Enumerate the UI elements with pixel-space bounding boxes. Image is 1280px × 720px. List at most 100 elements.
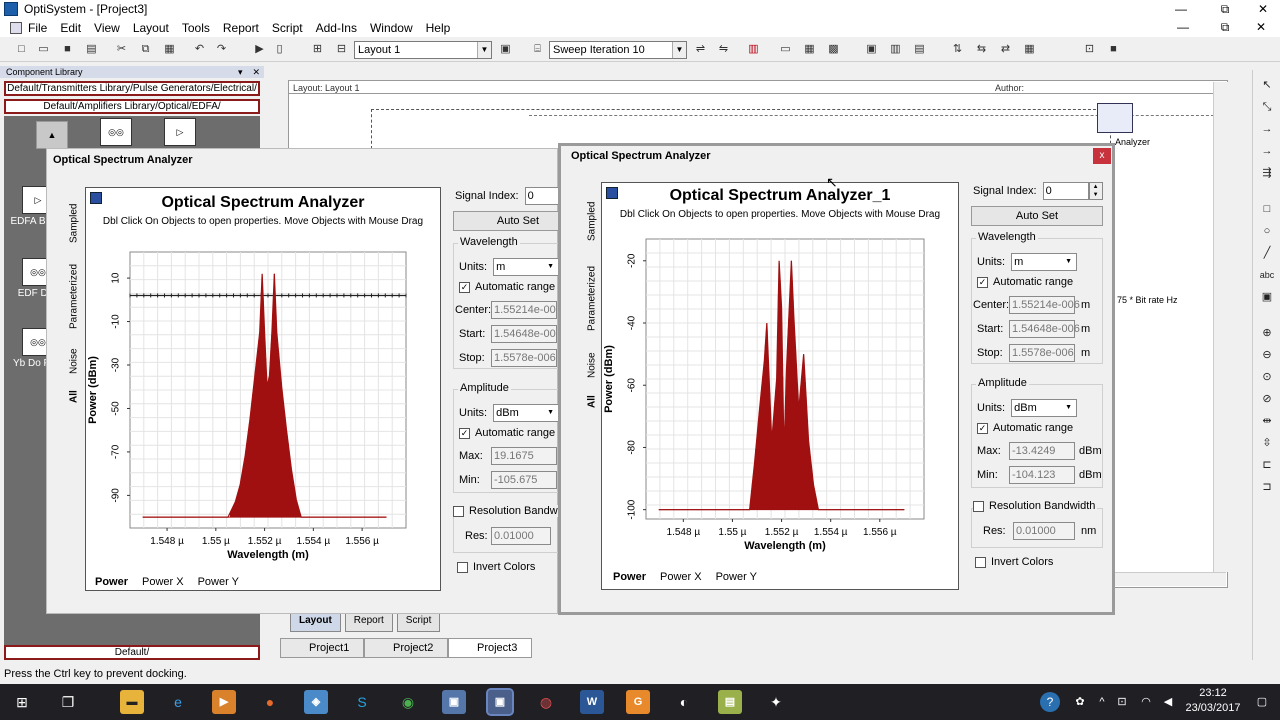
analyzer-2-close-button[interactable]: x bbox=[1093, 148, 1111, 164]
add-layout-icon[interactable]: ⊞ bbox=[310, 42, 325, 57]
app-icon-5[interactable]: ▤ bbox=[718, 690, 742, 714]
library-path-2[interactable]: Default/Amplifiers Library/Optical/EDFA/ bbox=[4, 99, 260, 114]
restore-button[interactable]: ⧉ bbox=[1210, 0, 1240, 18]
align-left-icon[interactable]: ⊏ bbox=[1259, 458, 1275, 472]
arrange-icon[interactable]: ⇅ bbox=[950, 42, 965, 57]
tab-all[interactable]: All bbox=[63, 385, 85, 409]
zoom-fit-icon[interactable]: ⊙ bbox=[1259, 370, 1275, 384]
tab-power-y[interactable]: Power Y bbox=[716, 571, 757, 583]
amp-min-input[interactable]: -105.675 bbox=[491, 471, 557, 489]
task-view-icon[interactable]: ❐ bbox=[56, 690, 80, 714]
export-icon[interactable]: ⊡ bbox=[1082, 42, 1097, 57]
zoom-area-icon[interactable]: ⊘ bbox=[1259, 392, 1275, 406]
optisystem-icon[interactable]: ▣ bbox=[486, 688, 514, 716]
auto-set-button[interactable]: Auto Set bbox=[971, 206, 1103, 226]
doc-minimize-button[interactable]: — bbox=[1170, 18, 1196, 37]
ellipse-icon[interactable]: ○ bbox=[1259, 224, 1275, 238]
menu-file[interactable]: File bbox=[28, 21, 47, 35]
app-icon-3[interactable]: G bbox=[626, 690, 650, 714]
chrome-icon[interactable]: ◉ bbox=[396, 690, 420, 714]
save-all-icon[interactable]: ■ bbox=[1106, 42, 1121, 57]
menu-window[interactable]: Window bbox=[370, 21, 413, 35]
analyzer-2-graph-panel[interactable]: Optical Spectrum Analyzer_1 Dbl Click On… bbox=[601, 182, 959, 590]
wl-stop-input[interactable]: 1.5578e-006 bbox=[1009, 344, 1075, 362]
edge-icon[interactable]: e bbox=[166, 690, 190, 714]
wifi-icon[interactable]: ◠ bbox=[1134, 690, 1158, 714]
print-icon[interactable]: ▤ bbox=[84, 42, 99, 57]
view-2-icon[interactable]: ▥ bbox=[888, 42, 903, 57]
monitor-icon[interactable]: ▭ bbox=[778, 42, 793, 57]
wl-start-input[interactable]: 1.54648e-006 bbox=[491, 325, 557, 343]
tab-power-x[interactable]: Power X bbox=[660, 571, 702, 583]
menu-edit[interactable]: Edit bbox=[60, 21, 81, 35]
app-icon-1[interactable]: ▣ bbox=[442, 690, 466, 714]
start-icon[interactable]: ⊞ bbox=[10, 690, 34, 714]
doc-restore-button[interactable]: ⧉ bbox=[1212, 18, 1238, 37]
visualizer-icon[interactable]: ▦ bbox=[802, 42, 817, 57]
dock-icon[interactable]: ▾ bbox=[238, 66, 243, 78]
wl-units-select[interactable]: m ▼ bbox=[1011, 253, 1078, 271]
zoom-in-icon[interactable]: ⊕ bbox=[1259, 326, 1275, 340]
tab-project2[interactable]: Project2 bbox=[364, 638, 448, 658]
distribute-icon[interactable]: ⇄ bbox=[998, 42, 1013, 57]
component-icon[interactable]: ▩ bbox=[826, 42, 841, 57]
notifications-icon[interactable]: ▢ bbox=[1250, 690, 1274, 714]
amp-max-input[interactable]: 19.1675 bbox=[491, 447, 557, 465]
library-close-icon[interactable]: ✕ bbox=[252, 66, 260, 78]
library-path-1[interactable]: Default/Transmitters Library/Pulse Gener… bbox=[4, 81, 260, 96]
copy-icon[interactable]: ⧉ bbox=[138, 42, 153, 57]
volume-icon[interactable]: ◀ bbox=[1156, 690, 1180, 714]
optisystem-tray-icon[interactable]: ◈ bbox=[304, 690, 328, 714]
tray-icon-1[interactable]: ✿ bbox=[1068, 690, 1092, 714]
pointer-icon[interactable]: ↖ bbox=[1259, 78, 1275, 92]
new-icon[interactable]: □ bbox=[14, 42, 29, 57]
menu-script[interactable]: Script bbox=[272, 21, 303, 35]
tab-project3[interactable]: Project3 bbox=[448, 638, 532, 658]
tab-power[interactable]: Power bbox=[95, 576, 128, 588]
tab-power-x[interactable]: Power X bbox=[142, 576, 184, 588]
app-icon-2[interactable]: ◍ bbox=[534, 690, 558, 714]
tab-power[interactable]: Power bbox=[613, 571, 646, 583]
library-component-a[interactable]: ◎◎ bbox=[86, 118, 146, 148]
help-icon[interactable]: ? bbox=[1040, 692, 1060, 712]
view-3-icon[interactable]: ▤ bbox=[912, 42, 927, 57]
media-player-icon[interactable]: ▶ bbox=[212, 690, 236, 714]
signal-index-input[interactable]: 0 bbox=[1042, 182, 1089, 200]
tab-project1[interactable]: Project1 bbox=[280, 638, 364, 658]
amp-max-input[interactable]: -13.4249 bbox=[1009, 442, 1075, 460]
layout-combo[interactable]: Layout 1 ▼ bbox=[354, 41, 492, 59]
calculate-icon[interactable]: ▥ bbox=[746, 42, 761, 57]
save-icon[interactable]: ■ bbox=[60, 42, 75, 57]
resolution-checkbox[interactable] bbox=[973, 500, 984, 512]
rectangle-icon[interactable]: □ bbox=[1259, 202, 1275, 216]
fit-icon[interactable]: ⤡ bbox=[1259, 100, 1275, 114]
library-up-folder[interactable]: ▲ bbox=[22, 121, 82, 151]
tray-icon-2[interactable]: ⊡ bbox=[1110, 690, 1134, 714]
text-icon[interactable]: abc bbox=[1259, 268, 1275, 282]
tab-parameterized[interactable]: Parameterized bbox=[63, 255, 85, 337]
line-icon[interactable]: ╱ bbox=[1259, 246, 1275, 260]
skype-icon[interactable]: S bbox=[350, 690, 374, 714]
amp-units-select[interactable]: dBm ▼ bbox=[1011, 399, 1078, 417]
invert-colors-checkbox[interactable] bbox=[975, 556, 986, 568]
analyzer-1-graph-panel[interactable]: Optical Spectrum Analyzer Dbl Click On O… bbox=[85, 187, 441, 591]
menu-view[interactable]: View bbox=[94, 21, 120, 35]
undo-icon[interactable]: ↶ bbox=[192, 42, 207, 57]
tab-sampled[interactable]: Sampled bbox=[63, 195, 85, 251]
doc-close-button[interactable]: ✕ bbox=[1248, 18, 1274, 37]
run-icon[interactable]: ▶ bbox=[252, 42, 267, 57]
wl-center-input[interactable]: 1.55214e-006 bbox=[1009, 296, 1080, 314]
connect-icon[interactable]: → bbox=[1259, 122, 1275, 136]
paste-icon[interactable]: ▦ bbox=[162, 42, 177, 57]
amp-auto-checkbox[interactable]: ✓ bbox=[459, 427, 470, 439]
wl-auto-checkbox[interactable]: ✓ bbox=[459, 281, 470, 293]
sweep-prev-icon[interactable]: ⇋ bbox=[716, 42, 731, 57]
file-explorer-icon[interactable]: ▬ bbox=[120, 690, 144, 714]
res-input[interactable]: 0.01000 bbox=[1013, 522, 1075, 540]
redo-icon[interactable]: ↷ bbox=[214, 42, 229, 57]
align-icon[interactable]: ⇆ bbox=[974, 42, 989, 57]
analyzer-1-spectrum-chart[interactable]: 10 -10 -30 -50 -70 -90 1.548 µ 1.55 µ 1.552 µ 1.5… bbox=[86, 234, 440, 578]
cut-icon[interactable]: ✂ bbox=[114, 42, 129, 57]
close-button[interactable]: ✕ bbox=[1248, 0, 1278, 18]
menu-addins[interactable]: Add-Ins bbox=[316, 21, 357, 35]
